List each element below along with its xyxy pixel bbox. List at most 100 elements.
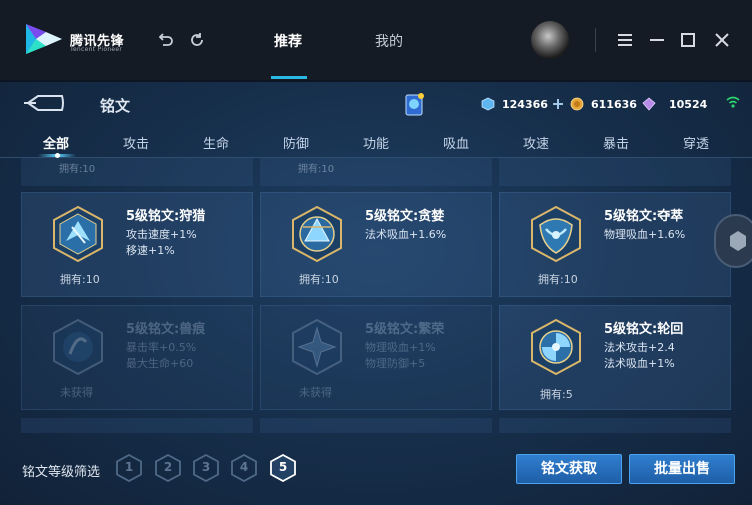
owned-status: 未获得 — [60, 386, 93, 399]
rune-attribute: 暴击率+0.5% — [126, 341, 197, 354]
level-filter-4[interactable]: 4 — [231, 454, 257, 482]
tab-attack-speed[interactable]: 攻速 — [506, 133, 566, 152]
level-filter-5[interactable]: 5 — [270, 454, 296, 482]
tab-critical[interactable]: 暴击 — [586, 133, 646, 152]
rune-card-partial[interactable] — [260, 418, 492, 433]
rune-card[interactable]: 5级铭文:贪婪 法术吸血+1.6% 拥有:10 — [260, 192, 492, 297]
owned-count: 拥有:10 — [299, 273, 339, 286]
level-filter-2[interactable]: 2 — [155, 454, 181, 482]
rune-samsara-icon — [531, 318, 581, 376]
rune-plunder-icon — [531, 205, 581, 263]
title-bar: 腾讯先锋 Tencent Pioneer 推荐 我的 — [0, 0, 752, 80]
add-icon[interactable] — [552, 98, 564, 110]
divider — [595, 28, 596, 52]
minimize-icon[interactable] — [647, 30, 667, 50]
rune-card-partial[interactable] — [499, 158, 731, 186]
currency-diamond: 124366 — [481, 94, 564, 114]
rune-name: 5级铭文:繁荣 — [365, 322, 445, 337]
active-tab-indicator — [271, 76, 307, 79]
close-icon[interactable] — [712, 30, 732, 50]
rune-attribute: 移速+1% — [126, 244, 175, 257]
gold-coin-icon — [570, 97, 584, 111]
panel-header: 铭文 124366 611636 10524 — [0, 82, 752, 128]
owned-count: 拥有:10 — [298, 164, 335, 175]
level-filter-label: 铭文等级筛选 — [22, 465, 101, 480]
tab-defense[interactable]: 防御 — [266, 133, 326, 152]
purple-crystal-icon — [642, 97, 656, 111]
app-name-en: Tencent Pioneer — [70, 46, 123, 53]
rune-hunt-icon — [53, 205, 103, 263]
back-icon[interactable] — [22, 92, 66, 114]
hexagon-icon — [730, 231, 746, 251]
page-title: 铭文 — [100, 97, 131, 115]
rune-prosperity-icon — [292, 318, 342, 376]
rune-card[interactable]: 5级铭文:繁荣 物理吸血+1% 物理防御+5 未获得 — [260, 305, 492, 410]
crystal-amount: 10524 — [669, 97, 708, 111]
tab-recommend[interactable]: 推荐 — [274, 31, 302, 51]
rune-attribute: 物理防御+5 — [365, 357, 426, 370]
level-number: 5 — [278, 460, 288, 474]
tab-utility[interactable]: 功能 — [346, 133, 406, 152]
rune-card-partial[interactable] — [21, 418, 253, 433]
rune-card[interactable]: 5级铭文:轮回 法术攻击+2.4 法术吸血+1% 拥有:5 — [499, 305, 731, 410]
footer-bar: 铭文等级筛选 1 2 3 4 5 铭文获取 批量出售 — [0, 433, 752, 505]
tab-all[interactable]: 全部 — [26, 133, 86, 152]
level-number: 3 — [201, 460, 211, 474]
rune-panel: 铭文 124366 611636 10524 全部 攻击 生命 防御 功能 吸血… — [0, 82, 752, 505]
bulk-sell-button[interactable]: 批量出售 — [629, 454, 735, 484]
rune-name: 5级铭文:狩猎 — [126, 209, 206, 224]
undo-icon[interactable] — [156, 30, 176, 50]
maximize-icon[interactable] — [678, 30, 698, 50]
rune-attribute: 法术吸血+1.6% — [365, 228, 447, 241]
rune-card[interactable]: 5级铭文:兽痕 暴击率+0.5% 最大生命+60 未获得 — [21, 305, 253, 410]
level-number: 1 — [124, 460, 134, 474]
tab-mine[interactable]: 我的 — [375, 31, 403, 51]
rune-beast-mark-icon — [53, 318, 103, 376]
rune-pack-icon[interactable] — [404, 91, 426, 117]
network-signal-icon — [726, 96, 740, 108]
menu-icon[interactable] — [615, 30, 635, 50]
rune-name: 5级铭文:轮回 — [604, 322, 684, 337]
level-number: 4 — [239, 460, 249, 474]
level-number: 2 — [163, 460, 173, 474]
level-filter-1[interactable]: 1 — [116, 454, 142, 482]
tab-penetration[interactable]: 穿透 — [666, 133, 726, 152]
owned-count: 拥有:10 — [59, 164, 96, 175]
currency-gold: 611636 — [570, 94, 637, 114]
rune-attribute: 物理吸血+1% — [365, 341, 436, 354]
side-drawer-handle[interactable] — [714, 214, 752, 268]
level-filter-3[interactable]: 3 — [193, 454, 219, 482]
pioneer-logo-icon — [26, 24, 62, 54]
owned-count: 拥有:5 — [540, 388, 573, 401]
owned-status: 未获得 — [299, 386, 332, 399]
app-logo[interactable]: 腾讯先锋 Tencent Pioneer — [22, 20, 132, 62]
currency-crystal: 10524 — [642, 94, 707, 114]
rune-name: 5级铭文:兽痕 — [126, 322, 206, 337]
get-rune-button[interactable]: 铭文获取 — [516, 454, 622, 484]
owned-count: 拥有:10 — [538, 273, 578, 286]
rune-card-partial[interactable]: 拥有:10 — [260, 158, 492, 186]
rune-greed-icon — [292, 205, 342, 263]
avatar[interactable] — [531, 21, 569, 59]
rune-attribute: 最大生命+60 — [126, 357, 194, 370]
tab-lifesteal[interactable]: 吸血 — [426, 133, 486, 152]
rune-attribute: 法术吸血+1% — [604, 357, 675, 370]
rune-attribute: 攻击速度+1% — [126, 228, 197, 241]
rune-card[interactable]: 5级铭文:夺萃 物理吸血+1.6% 拥有:10 — [499, 192, 731, 297]
rune-grid: 拥有:10 拥有:10 5级铭文:狩猎 攻击速度+1% 移速+1% 拥有:10 — [0, 158, 752, 433]
tab-attack[interactable]: 攻击 — [106, 133, 166, 152]
category-tabs: 全部 攻击 生命 防御 功能 吸血 攻速 暴击 穿透 — [0, 128, 752, 158]
diamond-amount: 124366 — [502, 97, 548, 111]
rune-name: 5级铭文:贪婪 — [365, 209, 445, 224]
rune-card-partial[interactable]: 拥有:10 — [21, 158, 253, 186]
rune-card-partial[interactable] — [499, 418, 731, 433]
gold-amount: 611636 — [591, 97, 637, 111]
rune-card[interactable]: 5级铭文:狩猎 攻击速度+1% 移速+1% 拥有:10 — [21, 192, 253, 297]
tab-health[interactable]: 生命 — [186, 133, 246, 152]
owned-count: 拥有:10 — [60, 273, 100, 286]
rune-name: 5级铭文:夺萃 — [604, 209, 684, 224]
rune-attribute: 法术攻击+2.4 — [604, 341, 675, 354]
rune-attribute: 物理吸血+1.6% — [604, 228, 686, 241]
refresh-icon[interactable] — [187, 30, 207, 50]
diamond-coupon-icon — [481, 97, 495, 111]
